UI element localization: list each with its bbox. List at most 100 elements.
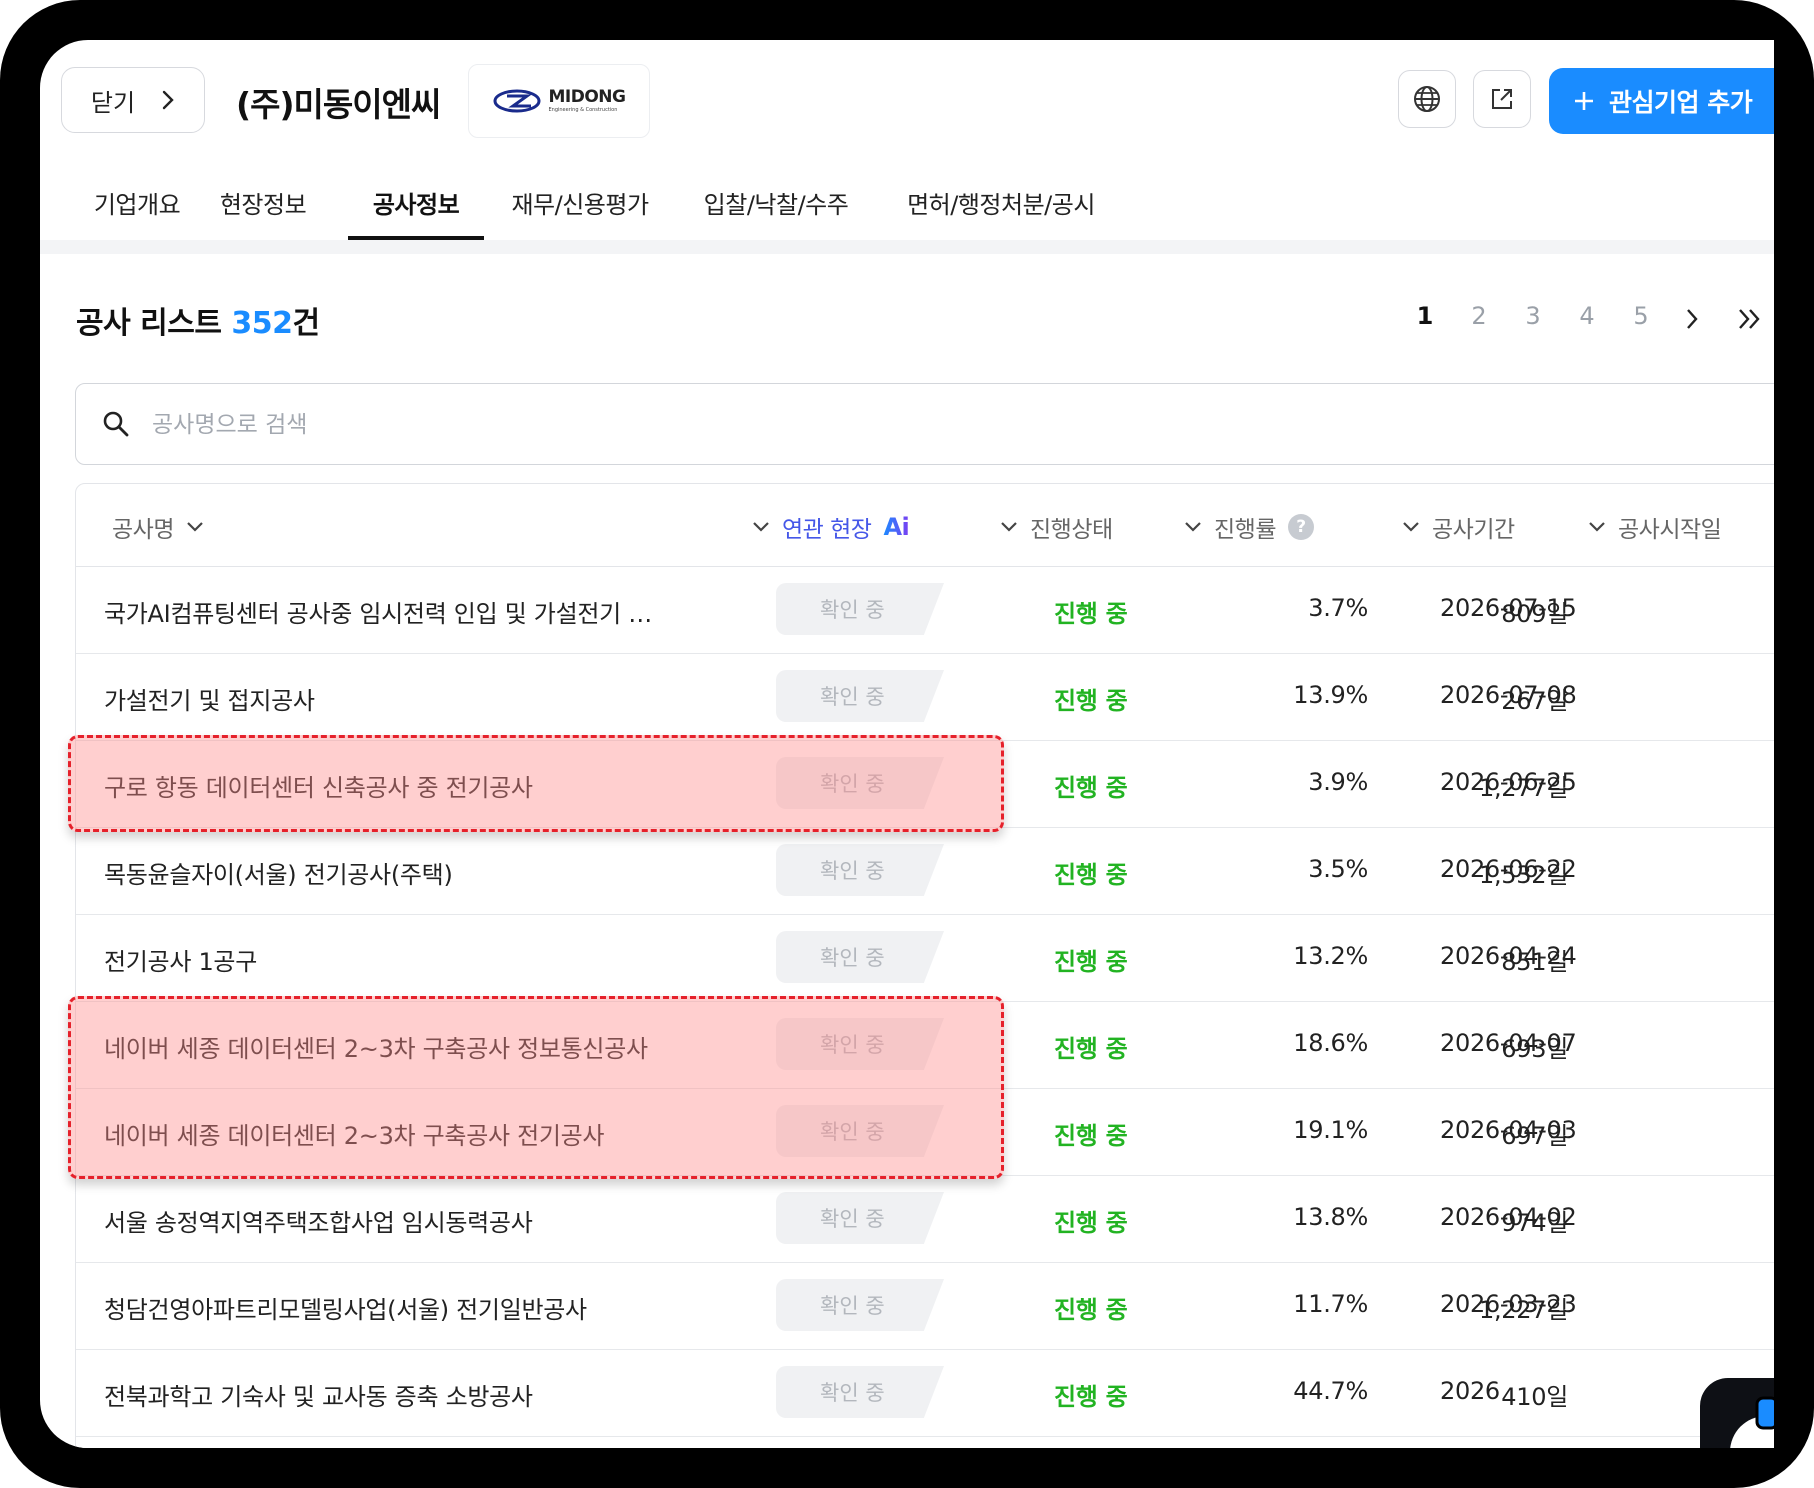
related-site-badge: 확인 중 [776, 1105, 944, 1157]
section-divider [40, 240, 1774, 254]
status-badge: 진행 중 [1054, 774, 1128, 802]
construction-period: 410일 [1501, 1383, 1568, 1411]
page-2[interactable]: 2 [1464, 302, 1494, 330]
share-button[interactable] [1473, 70, 1531, 128]
status-badge: 진행 중 [1054, 600, 1128, 628]
external-link-icon [1492, 89, 1512, 109]
search-icon [103, 411, 129, 437]
device-frame: 닫기 (주)미동이엔씨 MIDONG Engineering & Constru… [0, 0, 1814, 1488]
table-row[interactable]: 청담건영아파트리모델링사업(서울) 전기일반공사 확인 중 진행 중 11.7% 1,2… [76, 1262, 1774, 1350]
company-name: (주)미동이엔씨 [236, 85, 441, 124]
table-row[interactable]: 전기공사 1공구 확인 중 진행 중 13.2% 851일 2026-04-24 [76, 914, 1774, 1002]
related-site-badge: 확인 중 [776, 1366, 944, 1418]
helper-bot-button[interactable] [1700, 1378, 1774, 1448]
start-date: 2026-03-23 [1440, 1290, 1577, 1318]
table-row[interactable]: 가설전기 및 접지공사 확인 중 진행 중 13.9% 267일 2026-07-08 [76, 653, 1774, 741]
chevron-right-icon [162, 90, 174, 110]
construction-name[interactable]: 네이버 세종 데이터센터 2~3차 구축공사 전기공사 [104, 1116, 684, 1151]
col-related[interactable]: 연관 현장 Ai [752, 510, 910, 544]
tab-overview[interactable]: 기업개요 [76, 172, 198, 238]
close-label: 닫기 [90, 88, 136, 117]
status-badge: 진행 중 [1054, 1209, 1128, 1237]
app-screen: 닫기 (주)미동이엔씨 MIDONG Engineering & Constru… [40, 40, 1774, 1448]
col-status[interactable]: 진행상태 [1000, 510, 1113, 544]
progress-rate: 18.6% [1293, 1029, 1368, 1057]
table-row[interactable]: 서울 송정역지역주택조합사업 임시동력공사 확인 중 진행 중 13.8% 974일 20… [76, 1175, 1774, 1263]
tab-sites[interactable]: 현장정보 [202, 172, 324, 238]
related-site-badge: 확인 중 [776, 583, 944, 635]
table-row[interactable]: 전북과학고 기숙사 및 교사동 증축 소방공사 확인 중 진행 중 44.7% 410일… [76, 1349, 1774, 1437]
logo-text: MIDONG [548, 87, 627, 107]
col-name[interactable]: 공사명 [112, 510, 204, 544]
col-related-label: 연관 현장 [782, 517, 872, 543]
progress-rate: 13.8% [1293, 1203, 1368, 1231]
list-title: 공사 리스트 352건 [76, 298, 320, 342]
last-page-icon[interactable] [1736, 306, 1764, 332]
tab-construction[interactable]: 공사정보 [348, 172, 484, 240]
construction-name[interactable]: 구로 항동 데이터센터 신축공사 중 전기공사 [104, 768, 684, 803]
page-4[interactable]: 4 [1572, 302, 1602, 330]
chevron-down-icon [1185, 522, 1201, 532]
add-interest-button[interactable]: 관심기업 추가 [1549, 68, 1774, 134]
col-rate-label: 진행률 [1214, 517, 1276, 543]
related-site-badge: 확인 중 [776, 844, 944, 896]
chevron-down-icon [187, 522, 203, 532]
tab-finance[interactable]: 재무/신용평가 [492, 172, 668, 238]
worker-helmet-icon [1730, 1396, 1774, 1448]
construction-name[interactable]: 목동윤슬자이(서울) 전기공사(주택) [104, 855, 684, 890]
table-row[interactable]: 네이버 세종 데이터센터 2~3차 구축공사 전기공사 확인 중 진행 중 19.1%… [76, 1088, 1774, 1176]
progress-rate: 3.5% [1308, 855, 1368, 883]
progress-rate: 13.9% [1293, 681, 1368, 709]
related-site-badge: 확인 중 [776, 1192, 944, 1244]
search-input[interactable] [150, 402, 1654, 448]
logo-subtext: Engineering & Construction [548, 107, 618, 113]
col-start[interactable]: 공사시작일 [1588, 510, 1722, 544]
close-button[interactable]: 닫기 [61, 67, 205, 133]
table-row[interactable]: 네이버 세종 데이터센터 2~3차 구축공사 정보통신공사 확인 중 진행 중 18.… [76, 1001, 1774, 1089]
list-title-text: 공사 리스트 [76, 306, 222, 341]
construction-name[interactable]: 네이버 세종 데이터센터 2~3차 구축공사 정보통신공사 [104, 1029, 684, 1064]
table-row[interactable]: 국가AI컴퓨팅센터 공사중 임시전력 인입 및 가설전기 … 확인 중 진행 중 3.… [76, 566, 1774, 654]
construction-name[interactable]: 국가AI컴퓨팅센터 공사중 임시전력 인입 및 가설전기 … [104, 594, 684, 629]
start-date: 2026-04-24 [1440, 942, 1577, 970]
tab-bar: 기업개요 현장정보 공사정보 재무/신용평가 입찰/낙찰/수주 면허/행정처분/… [40, 172, 1774, 240]
start-date: 2026-06-22 [1440, 855, 1577, 883]
progress-rate: 3.9% [1308, 768, 1368, 796]
construction-name[interactable]: 청담건영아파트리모델링사업(서울) 전기일반공사 [104, 1290, 684, 1325]
col-rate[interactable]: 진행률 ? [1184, 510, 1314, 544]
construction-name[interactable]: 서울 송정역지역주택조합사업 임시동력공사 [104, 1203, 684, 1238]
table-row[interactable]: 구로 항동 데이터센터 신축공사 중 전기공사 확인 중 진행 중 3.9% 1,277… [76, 740, 1774, 828]
tab-bidding[interactable]: 입찰/낙찰/수주 [688, 172, 864, 238]
col-name-label: 공사명 [112, 517, 174, 543]
status-badge: 진행 중 [1054, 687, 1128, 715]
chevron-down-icon [1589, 522, 1605, 532]
table-row[interactable]: 목동윤슬자이(서울) 전기공사(주택) 확인 중 진행 중 3.5% 1,532일 202… [76, 827, 1774, 915]
page-1[interactable]: 1 [1410, 302, 1440, 330]
next-page-icon[interactable] [1682, 306, 1702, 332]
construction-name[interactable]: 가설전기 및 접지공사 [104, 681, 684, 716]
ai-badge: Ai [883, 513, 910, 541]
chevron-down-icon [1001, 522, 1017, 532]
status-badge: 진행 중 [1054, 948, 1128, 976]
globe-button[interactable] [1398, 70, 1456, 128]
progress-rate: 3.7% [1308, 594, 1368, 622]
pagination: 1 2 3 4 5 [1410, 302, 1774, 342]
status-badge: 진행 중 [1054, 1296, 1128, 1324]
tab-license[interactable]: 면허/행정처분/공시 [886, 172, 1116, 238]
col-period-label: 공사기간 [1432, 517, 1515, 543]
construction-name[interactable]: 전북과학고 기숙사 및 교사동 증축 소방공사 [104, 1377, 684, 1412]
page-5[interactable]: 5 [1626, 302, 1656, 330]
progress-rate: 19.1% [1293, 1116, 1368, 1144]
progress-rate: 13.2% [1293, 942, 1368, 970]
status-badge: 진행 중 [1054, 861, 1128, 889]
list-count: 352 [231, 306, 293, 341]
construction-name[interactable]: 전기공사 1공구 [104, 942, 684, 977]
search-box [75, 383, 1774, 465]
page-3[interactable]: 3 [1518, 302, 1548, 330]
help-icon[interactable]: ? [1287, 514, 1314, 540]
col-period[interactable]: 공사기간 [1402, 510, 1515, 544]
progress-rate: 11.7% [1293, 1290, 1368, 1318]
status-badge: 진행 중 [1054, 1122, 1128, 1150]
start-date: 2026 [1440, 1377, 1500, 1405]
chevron-down-icon [753, 522, 769, 532]
